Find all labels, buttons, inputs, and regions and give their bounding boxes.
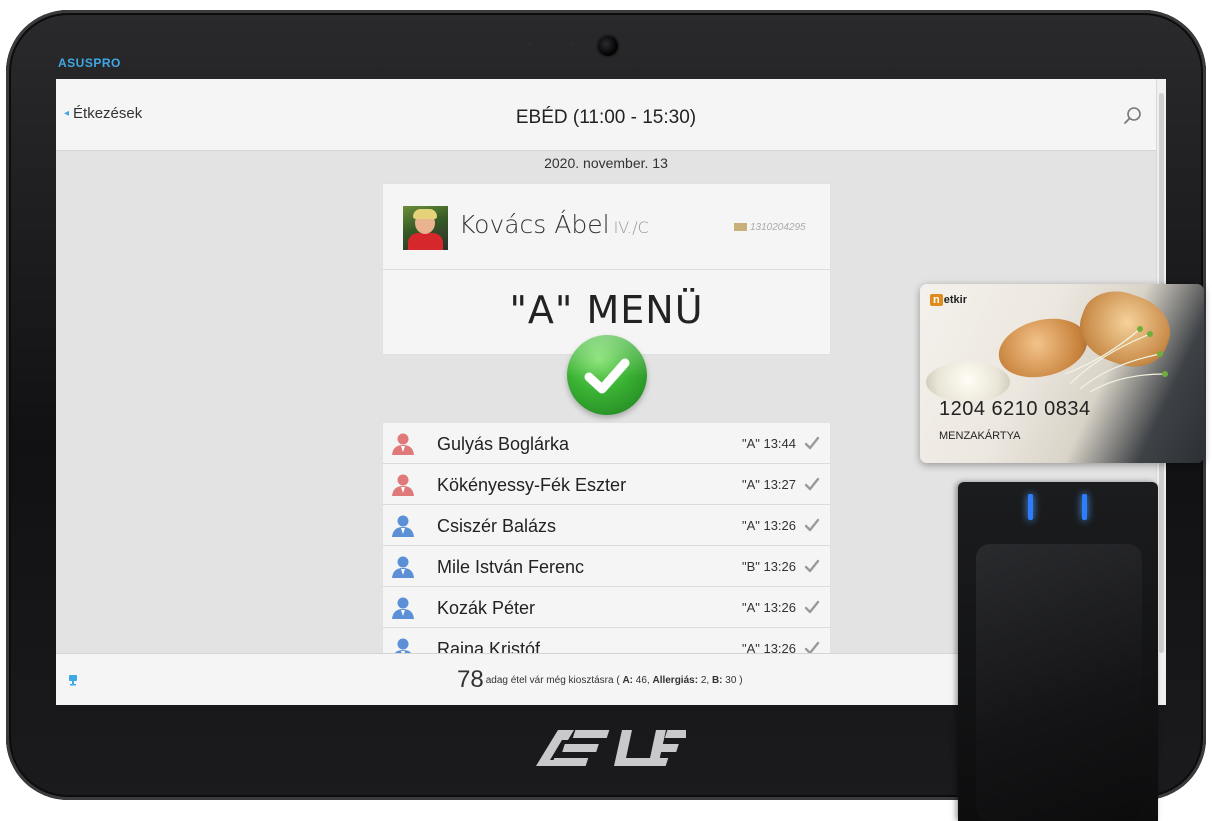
student-header: Kovács Ábel IV./C 1310204295 <box>383 184 830 270</box>
person-name: Csiszér Balázs <box>437 516 557 536</box>
device-brand: ASUSPRO <box>58 56 121 70</box>
menu-label: "A" MENÜ <box>509 288 704 332</box>
page-title: EBÉD (11:00 - 15:30) <box>515 107 697 128</box>
reader-led <box>1082 494 1087 520</box>
card-type: MENZAKÁRTYA <box>939 430 1021 442</box>
student-class: IV./C <box>613 218 649 237</box>
meal-time: "A" 13:26 <box>741 518 796 533</box>
sensor-dot <box>569 42 574 47</box>
reader-pad <box>976 544 1142 821</box>
male-person-icon <box>392 556 414 578</box>
served-list-item[interactable]: Kozák Péter "A" 13:26 <box>382 587 831 628</box>
served-list-item[interactable]: Kökényessy-Fék Eszter "A" 13:27 <box>382 464 831 505</box>
reader-led <box>1028 494 1033 520</box>
served-list-item[interactable]: Rajna Kristóf "A" 13:26 <box>382 628 831 653</box>
meal-time: "A" 13:44 <box>741 436 796 451</box>
served-list-item[interactable]: Gulyás Boglárka "A" 13:44 <box>382 423 831 464</box>
sauce-bowl <box>926 362 1010 402</box>
female-person-icon <box>392 433 414 455</box>
served-list-item[interactable]: Mile István Ferenc "B" 13:26 <box>382 546 831 587</box>
asus-logo <box>536 730 686 766</box>
check-icon <box>804 559 820 573</box>
male-person-icon <box>394 638 412 653</box>
student-card: Kovács Ábel IV./C 1310204295 "A" MENÜ <box>382 183 831 355</box>
person-name: Gulyás Boglárka <box>437 434 570 454</box>
rfid-reader <box>958 482 1158 821</box>
remaining-count: 78 <box>457 666 484 693</box>
remaining-summary: 78 adag étel vár még kiosztásra ( A: 46, … <box>457 666 743 693</box>
check-success-icon <box>567 335 647 415</box>
date-label: 2020. november. 13 <box>544 155 668 171</box>
sensor-dot <box>528 42 533 47</box>
check-icon <box>804 436 820 450</box>
student-name: Kovács Ábel IV./C <box>459 210 649 239</box>
check-icon <box>804 641 820 653</box>
person-name: Mile István Ferenc <box>437 557 585 577</box>
student-avatar <box>403 206 448 250</box>
meal-time: "A" 13:26 <box>741 600 796 615</box>
id-card-icon <box>734 223 747 231</box>
served-list-item[interactable]: Csiszér Balázs "A" 13:26 <box>382 505 831 546</box>
person-name: Kökényessy-Fék Eszter <box>437 475 627 495</box>
meal-time: "A" 13:26 <box>741 641 796 653</box>
search-icon[interactable] <box>1122 105 1144 127</box>
check-icon <box>804 600 820 614</box>
female-person-icon <box>392 474 414 496</box>
webcam-icon <box>598 36 618 56</box>
card-number: 1204 6210 0834 <box>939 398 1091 420</box>
served-list[interactable]: Gulyás Boglárka "A" 13:44 Kökényessy-Fék E… <box>382 423 831 653</box>
male-person-icon <box>392 597 414 619</box>
meal-time: "B" 13:26 <box>741 559 796 574</box>
check-icon <box>804 477 820 491</box>
sprouts-garnish <box>1064 326 1168 393</box>
meal-time: "A" 13:27 <box>741 477 796 492</box>
student-card-id: 1310204295 <box>734 222 806 233</box>
check-icon <box>804 518 820 532</box>
header-bar: ◂ Étkezések EBÉD (11:00 - 15:30) <box>56 79 1156 151</box>
meal-card: n etkir 1204 6210 0834 MENZAKÁRTYA <box>920 284 1204 463</box>
connection-status-icon <box>68 673 78 686</box>
person-name: Kozák Péter <box>437 598 536 618</box>
male-person-icon <box>392 515 414 537</box>
person-name: Rajna Kristóf <box>437 639 541 653</box>
netkir-logo: n etkir <box>930 294 967 306</box>
